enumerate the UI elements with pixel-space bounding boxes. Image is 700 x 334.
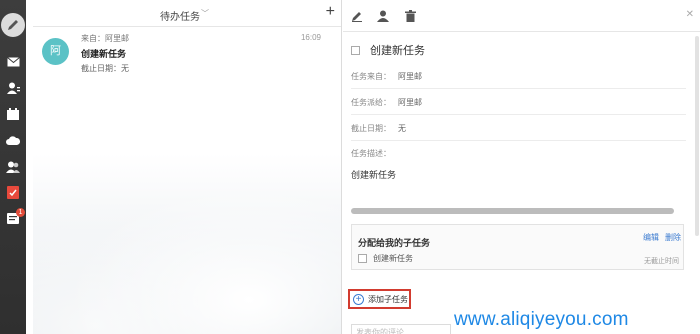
field-value[interactable]: 无: [398, 123, 406, 134]
tasks-icon: [7, 185, 19, 199]
watermark: www.aliqiyeyou.com: [454, 309, 629, 330]
background-clouds: [33, 164, 341, 334]
comment-input[interactable]: 发表你的评论: [351, 324, 451, 334]
avatar: 阿: [42, 38, 69, 65]
calendar-icon: [7, 108, 19, 120]
field-assignee: 任务派给： 阿里邮: [351, 89, 686, 115]
trash-icon: [404, 10, 416, 22]
field-from: 任务来自： 阿里邮: [351, 63, 686, 89]
description-label: 任务描述：: [351, 149, 391, 158]
delete-button[interactable]: [403, 9, 417, 23]
compose-pencil-icon: [8, 20, 18, 30]
person-icon: [377, 10, 389, 22]
rail-tasks[interactable]: [6, 185, 20, 199]
group-icon: [6, 161, 20, 173]
assign-button[interactable]: [376, 9, 390, 23]
list-item[interactable]: 阿 来自：阿里邮 16:09 创建新任务 截止日期：无: [33, 27, 341, 83]
item-from: 来自：阿里邮: [81, 34, 129, 43]
subtask-panel: 分配给我的子任务 编辑 删除 创建新任务 无截止时间: [351, 224, 684, 270]
rail-mail[interactable]: [6, 55, 20, 69]
progress-bar: [351, 208, 674, 214]
field-value[interactable]: 阿里邮: [398, 97, 422, 108]
subtask-name: 创建新任务: [373, 254, 413, 263]
field-label: 任务来自：: [351, 72, 391, 81]
detail-scrollbar[interactable]: [695, 36, 699, 236]
subtask-delete-link[interactable]: 删除: [665, 232, 681, 243]
task-detail-pane: ✕ 创建新任务 任务来自： 阿里邮 任务派给： 阿里邮 截止日期： 无 任务描述…: [343, 0, 700, 334]
rail-calendar[interactable]: [6, 107, 20, 121]
add-subtask-button[interactable]: + 添加子任务: [348, 289, 411, 309]
mail-icon: [6, 57, 20, 67]
add-task-icon[interactable]: +: [326, 3, 335, 21]
description-text[interactable]: 创建新任务: [351, 168, 396, 181]
rail-contacts[interactable]: [6, 81, 20, 95]
edit-button[interactable]: [350, 9, 364, 23]
item-time: 16:09: [300, 33, 321, 42]
chevron-down-icon[interactable]: ﹀: [201, 8, 209, 19]
field-due-date: 截止日期： 无: [351, 115, 686, 141]
close-icon[interactable]: ✕: [686, 9, 694, 20]
field-label: 截止日期：: [351, 124, 391, 133]
list-header: 待办任务 ﹀ +: [33, 0, 341, 27]
rail-group[interactable]: [6, 160, 20, 174]
task-title: 创建新任务: [370, 45, 425, 57]
item-due: 截止日期：无: [81, 64, 129, 73]
plus-circle-icon: +: [353, 293, 364, 305]
task-complete-checkbox[interactable]: [351, 45, 360, 55]
subtask-checkbox[interactable]: [358, 254, 367, 263]
list-filter-dropdown[interactable]: 待办任务: [160, 8, 200, 23]
add-subtask-label: 添加子任务: [368, 294, 408, 304]
app-rail: 1: [0, 0, 26, 334]
cloud-icon: [6, 136, 20, 145]
item-title: 创建新任务: [81, 49, 127, 59]
compose-button[interactable]: [1, 13, 25, 37]
detail-toolbar: ✕: [343, 0, 700, 32]
notes-badge: 1: [16, 208, 25, 217]
field-value: 阿里邮: [398, 72, 422, 81]
field-label: 任务派给：: [351, 98, 391, 107]
pencil-icon: [352, 12, 362, 22]
subtask-edit-link[interactable]: 编辑: [643, 232, 659, 243]
task-title-row: 创建新任务: [351, 42, 425, 58]
subtask-item: 创建新任务: [358, 253, 413, 264]
task-list-pane: 待办任务 ﹀ + 阿 来自：阿里邮 16:09 创建新任务 截止日期：无: [33, 0, 342, 334]
contacts-icon: [6, 82, 20, 94]
subtask-panel-title: 分配给我的子任务: [358, 238, 431, 248]
subtask-due: 无截止时间: [644, 258, 679, 265]
rail-cloud[interactable]: [6, 133, 20, 147]
